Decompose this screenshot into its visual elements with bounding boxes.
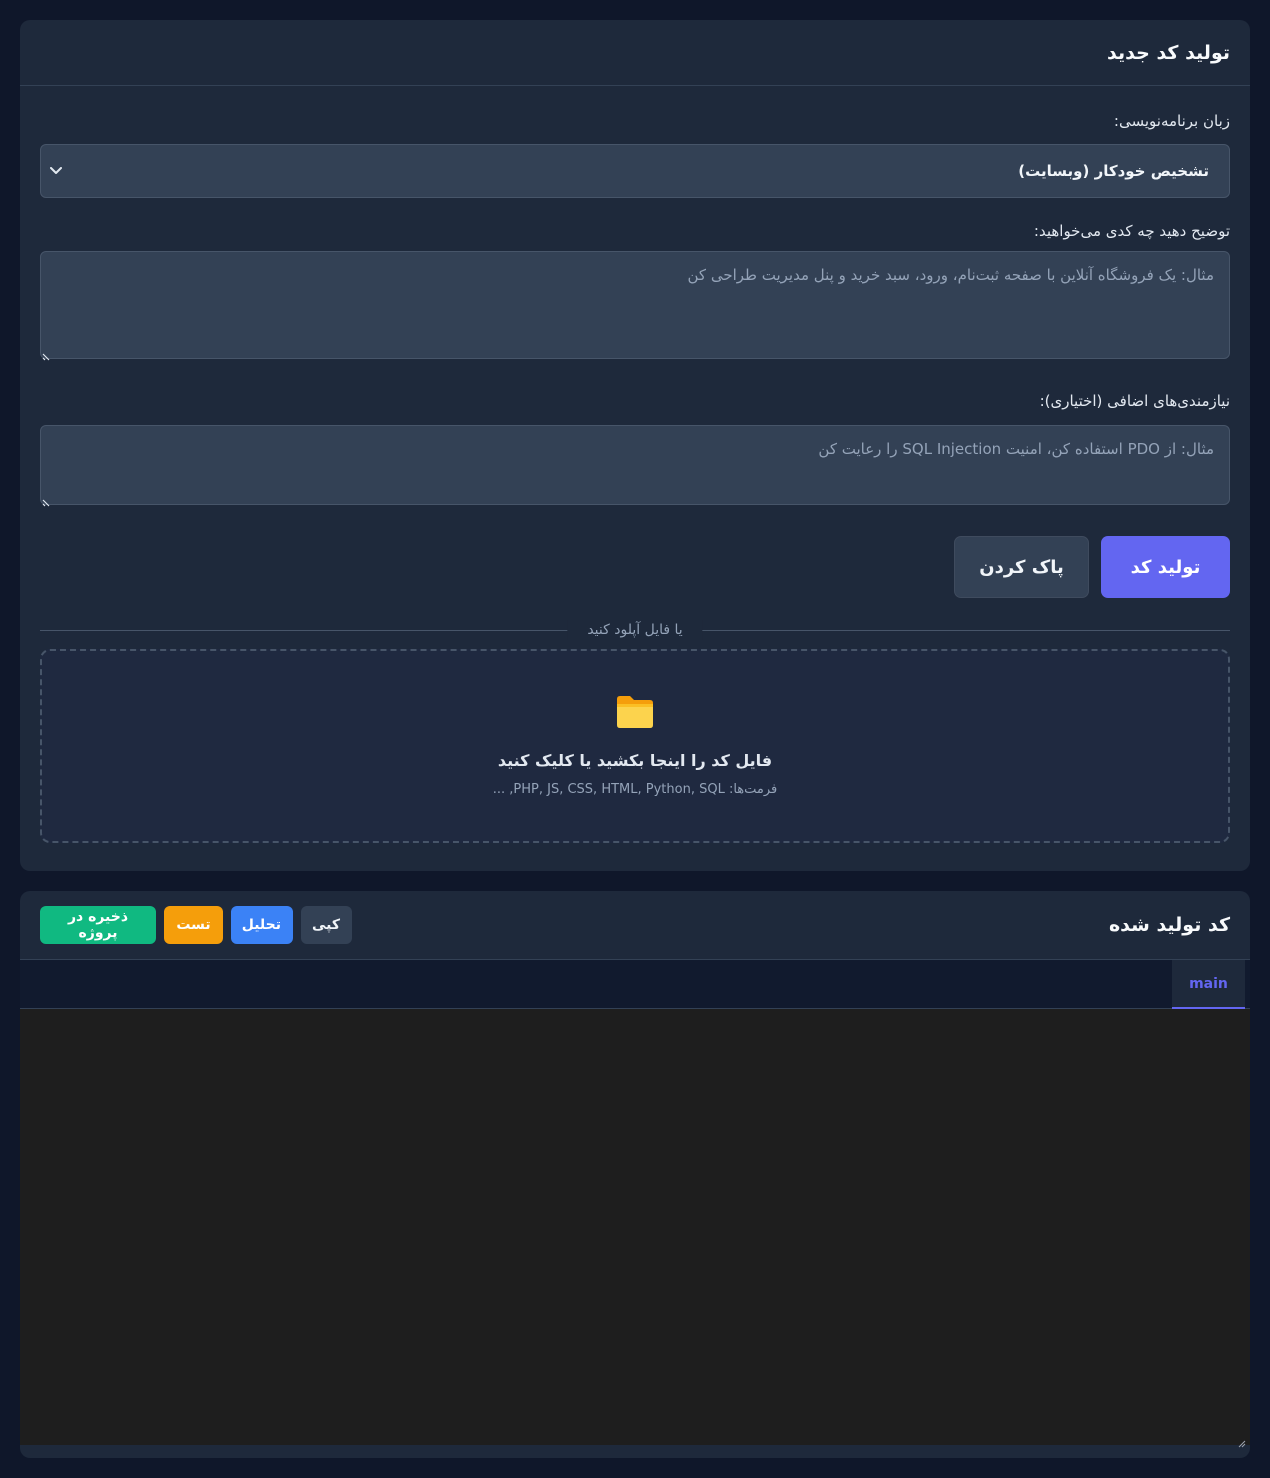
language-select-value: تشخیص خودکار (وبسایت) bbox=[1018, 162, 1209, 180]
language-label: زبان برنامه‌نویسی: bbox=[1113, 112, 1230, 130]
code-generator-card: تولید کد جدید زبان برنامه‌نویسی: تشخیص خ… bbox=[20, 20, 1250, 871]
language-select[interactable]: تشخیص خودکار (وبسایت) bbox=[40, 144, 1230, 198]
code-editor[interactable] bbox=[20, 1009, 1250, 1448]
file-dropzone[interactable]: فایل کد را اینجا بکشید یا کلیک کنید فرمت… bbox=[40, 649, 1230, 843]
copy-button[interactable]: کپی bbox=[301, 906, 352, 944]
requirements-label: نیازمندی‌های اضافی (اختیاری): bbox=[1039, 392, 1230, 410]
requirements-placeholder: مثال: از PDO استفاده کن، امنیت SQL Injec… bbox=[818, 440, 1214, 458]
requirements-textarea[interactable]: مثال: از PDO استفاده کن، امنیت SQL Injec… bbox=[40, 425, 1230, 507]
output-header: کد تولید شده کپی تحلیل تست ذخیره در پروژ… bbox=[20, 891, 1250, 960]
folder-icon bbox=[615, 693, 655, 729]
output-actions: کپی تحلیل تست ذخیره در پروژه bbox=[40, 906, 352, 944]
file-tabs: main bbox=[20, 960, 1250, 1009]
description-textarea[interactable]: مثال: یک فروشگاه آنلاین با صفحه ثبت‌نام،… bbox=[40, 251, 1230, 361]
clear-button[interactable]: پاک کردن bbox=[954, 536, 1089, 598]
description-label: توضیح دهید چه کدی می‌خواهید: bbox=[1033, 222, 1230, 240]
generated-code-card: کد تولید شده کپی تحلیل تست ذخیره در پروژ… bbox=[20, 891, 1250, 1458]
upload-divider: یا فایل آپلود کنید bbox=[40, 620, 1230, 640]
tab-main[interactable]: main bbox=[1172, 960, 1245, 1009]
form-buttons: تولید کد پاک کردن bbox=[40, 536, 1230, 598]
generator-header: تولید کد جدید bbox=[20, 20, 1250, 86]
dropzone-title: فایل کد را اینجا بکشید یا کلیک کنید bbox=[497, 751, 773, 770]
test-button[interactable]: تست bbox=[164, 906, 223, 944]
description-placeholder: مثال: یک فروشگاه آنلاین با صفحه ثبت‌نام،… bbox=[687, 266, 1215, 284]
resize-grip-icon[interactable] bbox=[42, 347, 52, 361]
resize-grip-icon[interactable] bbox=[42, 493, 52, 507]
generator-title: تولید کد جدید bbox=[1107, 41, 1230, 64]
output-title: کد تولید شده bbox=[1108, 914, 1230, 936]
dropzone-formats: فرمت‌ها: PHP, JS, CSS, HTML, Python, SQL… bbox=[492, 782, 778, 797]
generator-form: زبان برنامه‌نویسی: تشخیص خودکار (وبسایت)… bbox=[20, 110, 1250, 843]
upload-divider-text: یا فایل آپلود کنید bbox=[567, 620, 703, 640]
save-to-project-button[interactable]: ذخیره در پروژه bbox=[40, 906, 156, 944]
resize-grip-icon[interactable] bbox=[1238, 1433, 1246, 1448]
page: تولید کد جدید زبان برنامه‌نویسی: تشخیص خ… bbox=[0, 0, 1270, 1478]
generate-code-button[interactable]: تولید کد bbox=[1101, 536, 1230, 598]
analyze-button[interactable]: تحلیل bbox=[231, 906, 293, 944]
chevron-down-icon bbox=[49, 164, 63, 178]
